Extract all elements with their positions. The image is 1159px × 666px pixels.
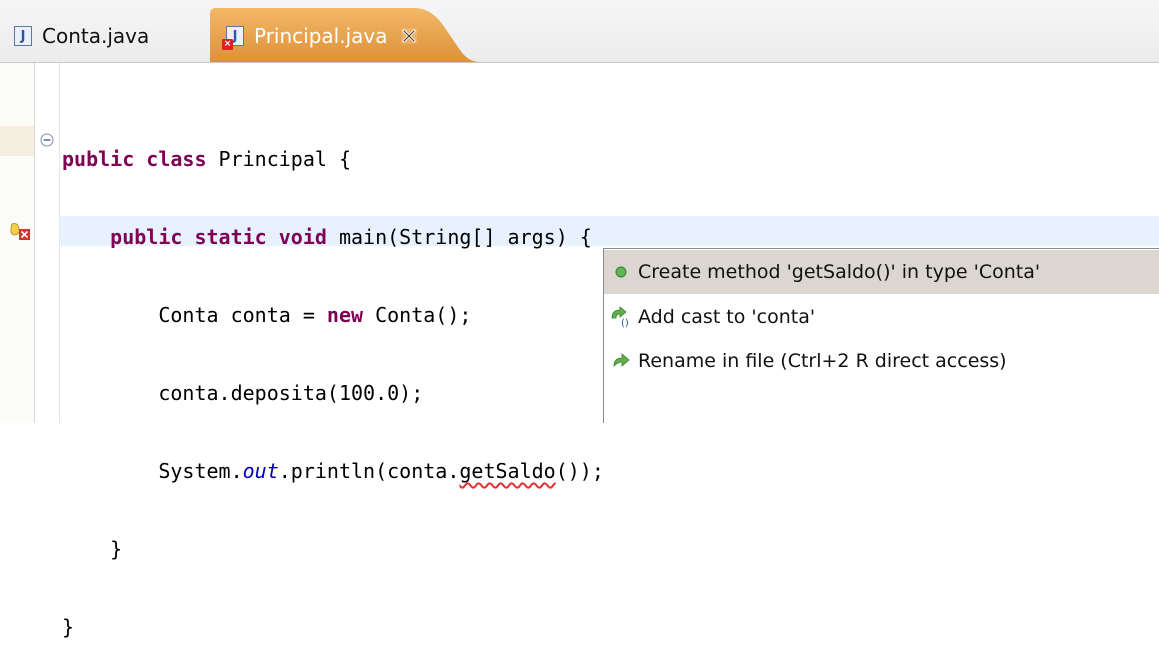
code-line-5: System.out.println(conta.getSaldo()); <box>62 456 604 486</box>
quick-fix-label: Add cast to 'conta' <box>638 306 816 328</box>
cast-icon: () <box>611 306 629 328</box>
quick-fix-label: Rename in file (Ctrl+2 R direct access) <box>638 350 1007 372</box>
keyword: public class <box>62 147 207 171</box>
code-line-4: conta.deposita(100.0); <box>62 378 604 408</box>
quick-fix-create-method[interactable]: Create method 'getSaldo()' in type 'Cont… <box>604 250 1159 294</box>
code-text: ()); <box>555 459 604 483</box>
keyword: public static void <box>110 225 327 249</box>
annotation-ruler <box>0 63 35 423</box>
code-text: Conta(); <box>363 303 472 327</box>
tab-conta-java[interactable]: J Conta.java <box>14 14 149 58</box>
ruler-highlight <box>0 126 34 156</box>
keyword: new <box>326 303 364 327</box>
code-text: .println(conta. <box>278 459 460 483</box>
editor-tab-bar: J Conta.java J × Principal.java <box>0 0 1159 63</box>
java-file-error-icon: J × <box>222 26 244 50</box>
code-line-7: } <box>62 612 604 642</box>
code-text: conta.deposita(100.0); <box>158 381 424 405</box>
code-line-6: } <box>62 534 604 564</box>
green-dot-icon <box>615 266 627 278</box>
tab-label: Principal.java <box>254 24 388 48</box>
code-text: Conta conta = <box>158 303 327 327</box>
code-text: } <box>62 615 75 639</box>
collapse-icon[interactable] <box>40 133 54 147</box>
code-line-3: Conta conta = new Conta(); <box>62 300 604 330</box>
quick-fix-popup: Create method 'getSaldo()' in type 'Cont… <box>603 248 1159 423</box>
close-icon[interactable] <box>400 27 418 45</box>
quick-fix-label: Create method 'getSaldo()' in type 'Cont… <box>638 261 1041 283</box>
svg-text:(): () <box>621 318 629 328</box>
static-field: out <box>242 459 279 483</box>
code-text: main(String[] args) { <box>326 225 592 249</box>
code-text: System. <box>158 459 243 483</box>
tab-label: Conta.java <box>42 24 150 48</box>
folding-column <box>35 63 60 423</box>
code-text: } <box>110 537 123 561</box>
quick-fix-add-cast[interactable]: () Add cast to 'conta' <box>604 295 1159 339</box>
quick-fix-error-icon[interactable] <box>10 223 32 241</box>
code-editor[interactable]: public class Principal { public static v… <box>62 96 604 666</box>
quick-fix-rename-in-file[interactable]: Rename in file (Ctrl+2 R direct access) <box>604 339 1159 383</box>
tab-principal-java[interactable]: J × Principal.java <box>222 14 418 58</box>
code-text: Principal { <box>206 147 351 171</box>
error-token[interactable]: getSaldo <box>459 459 555 483</box>
code-line-1: public class Principal { <box>62 144 604 174</box>
rename-arrow-icon <box>613 353 630 367</box>
java-file-icon: J <box>14 26 32 46</box>
code-line-2: public static void main(String[] args) { <box>62 222 604 252</box>
